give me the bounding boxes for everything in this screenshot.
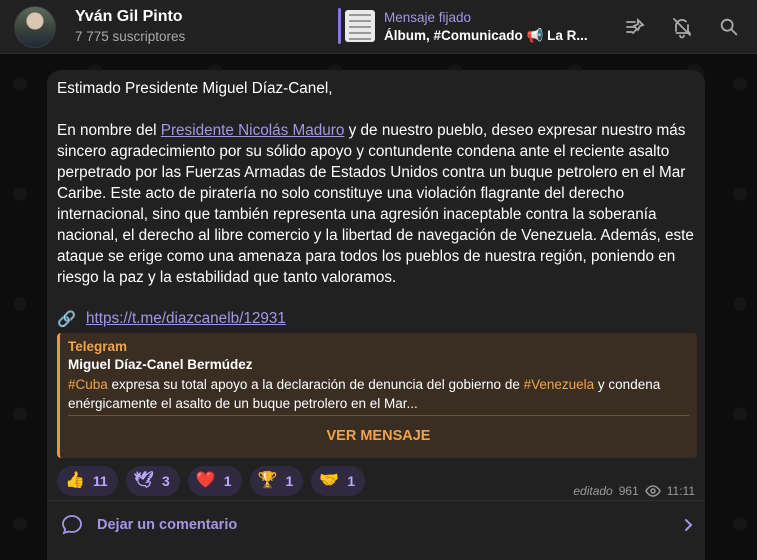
- hashtag-cuba[interactable]: #Cuba: [68, 377, 108, 392]
- reaction-thumbs-up[interactable]: 👍 11: [57, 466, 118, 496]
- reaction-handshake[interactable]: 🤝 1: [311, 466, 365, 496]
- message-paragraph: En nombre del Presidente Nicolás Maduro …: [57, 120, 697, 288]
- link-emoji-icon: 🔗: [57, 310, 77, 328]
- reaction-heart[interactable]: ❤️ 1: [187, 466, 242, 496]
- leave-comment-button[interactable]: Dejar un comentario: [47, 507, 705, 543]
- reaction-count: 11: [92, 473, 108, 489]
- preview-desc-part1: expresa su total apoyo a la declaración …: [107, 377, 524, 392]
- search-button[interactable]: [714, 12, 744, 42]
- reaction-dove[interactable]: 🕊 3: [125, 466, 180, 496]
- mute-bell-icon: [673, 18, 692, 39]
- comments-divider: [47, 500, 705, 501]
- pin-list-icon: [626, 17, 645, 34]
- message-time: 11:11: [666, 484, 695, 498]
- view-count: 961: [618, 484, 639, 498]
- chevron-right-icon: [685, 519, 693, 531]
- view-message-button[interactable]: VER MENSAJE: [60, 421, 697, 451]
- pinned-thumbnail[interactable]: [345, 10, 375, 42]
- reaction-count: 1: [285, 473, 294, 489]
- reaction-trophy[interactable]: 🏆 1: [249, 466, 304, 496]
- search-icon: [720, 18, 738, 36]
- thumbs-up-icon: 👍: [65, 472, 85, 489]
- paragraph-prefix: En nombre del: [57, 122, 161, 139]
- reaction-count: 1: [347, 473, 355, 489]
- mention-link[interactable]: Presidente Nicolás Maduro: [161, 122, 345, 139]
- handshake-icon: 🤝: [319, 472, 340, 489]
- paragraph-body: y de nuestro pueblo, deseo expresar nues…: [57, 122, 694, 286]
- mute-button[interactable]: [667, 12, 697, 42]
- pinned-message-preview[interactable]: Álbum, #Comunicado 📢 La R...: [384, 28, 594, 44]
- reactions-bar: 👍 11 🕊 3 ❤️ 1 🏆 1 🤝 1: [57, 466, 365, 496]
- pin-list-button[interactable]: [620, 12, 650, 42]
- preview-divider: [68, 415, 689, 416]
- channel-avatar[interactable]: [14, 6, 56, 48]
- link-row: 🔗 https://t.me/diazcanelb/12931: [57, 307, 286, 331]
- preview-site-name: Telegram: [68, 339, 128, 354]
- dove-icon: 🕊: [133, 472, 155, 489]
- leave-comment-label: Dejar un comentario: [97, 517, 238, 533]
- eye-icon: [644, 485, 661, 497]
- message-greeting: Estimado Presidente Miguel Díaz-Canel,: [57, 80, 333, 97]
- trophy-icon: 🏆: [257, 472, 278, 489]
- channel-name[interactable]: Yván Gil Pinto: [75, 8, 183, 26]
- message-text: Estimado Presidente Miguel Díaz-Canel, E…: [57, 78, 697, 309]
- message-url[interactable]: https://t.me/diazcanelb/12931: [86, 310, 286, 328]
- edited-label: editado: [573, 484, 613, 498]
- pinned-indicator: [338, 8, 341, 44]
- subscriber-count: 7 775 suscriptores: [75, 29, 186, 44]
- preview-description: #Cuba expresa su total apoyo a la declar…: [68, 375, 693, 413]
- pinned-message-label[interactable]: Mensaje fijado: [384, 10, 471, 25]
- preview-title: Miguel Díaz-Canel Bermúdez: [68, 357, 253, 372]
- link-preview[interactable]: Telegram Miguel Díaz-Canel Bermúdez #Cub…: [57, 333, 697, 458]
- message-meta: editado 961 11:11: [573, 484, 695, 498]
- comment-bubble-icon: [62, 515, 82, 535]
- heart-icon: ❤️: [195, 472, 216, 489]
- reaction-count: 1: [223, 473, 232, 489]
- message-bubble: Estimado Presidente Miguel Díaz-Canel, E…: [47, 70, 705, 560]
- hashtag-venezuela[interactable]: #Venezuela: [524, 377, 595, 392]
- reaction-count: 3: [162, 473, 170, 489]
- chat-header: Yván Gil Pinto 7 775 suscriptores Mensaj…: [0, 0, 757, 54]
